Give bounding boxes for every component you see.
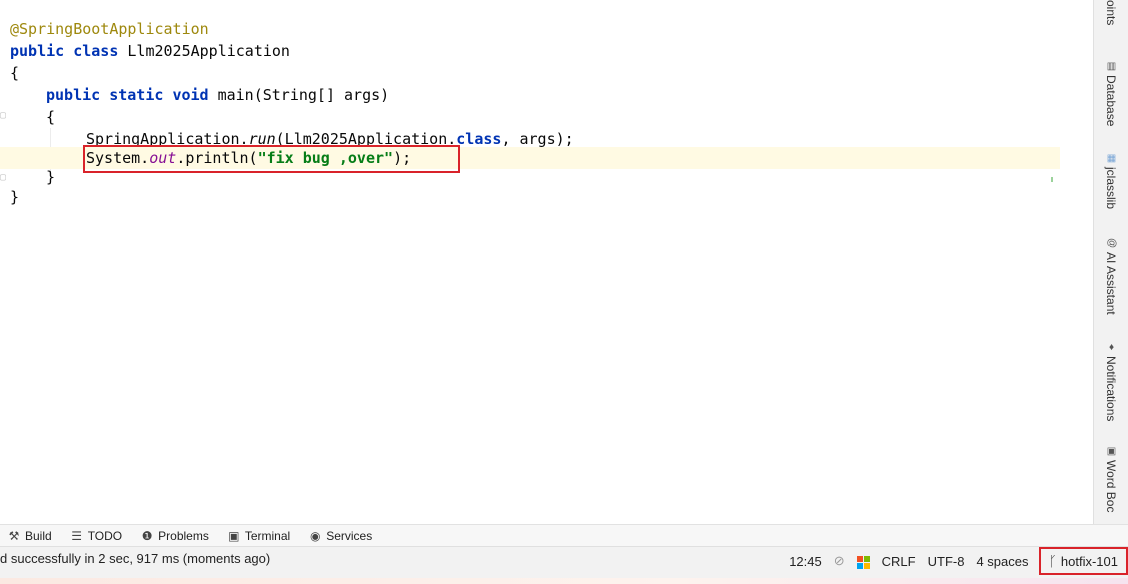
- code-line[interactable]: public static void main(String[] args): [0, 84, 1094, 106]
- database-icon: ▥: [1106, 61, 1116, 71]
- keyword-token: static: [109, 86, 163, 104]
- windows-logo-icon[interactable]: [851, 553, 876, 568]
- caret-position[interactable]: 12:45: [783, 554, 828, 569]
- code-line[interactable]: @SpringBootApplication: [0, 18, 1094, 40]
- keyword-token: public: [46, 86, 100, 104]
- code-line[interactable]: }: [0, 166, 1094, 188]
- problems-icon: ❶: [141, 529, 153, 543]
- args-token: , args);: [501, 130, 573, 148]
- file-encoding[interactable]: UTF-8: [922, 554, 971, 569]
- list-icon: ☰: [71, 529, 83, 543]
- tool-tab-build[interactable]: ⚒ Build: [0, 529, 63, 543]
- tool-tab-todo[interactable]: ☰ TODO: [63, 529, 133, 543]
- side-tab-label: Word Boc: [1104, 460, 1118, 512]
- hammer-icon: ⚒: [8, 529, 20, 543]
- tool-window-bar: ⚒ Build ☰ TODO ❶ Problems ▣ Terminal ◉ S…: [0, 524, 1128, 547]
- code-line[interactable]: {: [0, 106, 1094, 128]
- side-tab-breakpoints[interactable]: oints: [1094, 0, 1128, 42]
- method-declaration: public static void main(String[] args): [46, 84, 389, 106]
- side-tab-label: Database: [1104, 75, 1118, 126]
- code-line[interactable]: }: [0, 186, 1094, 208]
- side-tab-label: jclasslib: [1104, 167, 1118, 209]
- change-marker: [1051, 177, 1053, 182]
- code-line[interactable]: {: [0, 62, 1094, 84]
- branch-name: hotfix-101: [1061, 554, 1118, 569]
- jclasslib-icon: ▦: [1106, 153, 1116, 163]
- tool-tab-problems[interactable]: ❶ Problems: [133, 529, 220, 543]
- bell-icon: ♦: [1106, 342, 1116, 352]
- class-name-token: Llm2025Application: [127, 42, 290, 60]
- tool-tab-label: Services: [326, 529, 372, 543]
- tool-tab-label: Problems: [158, 529, 209, 543]
- ai-assistant-icon: @: [1106, 238, 1116, 248]
- status-widgets: 12:45 ⊘ CRLF UTF-8 4 spaces ᚴ hotfix-101: [783, 547, 1128, 575]
- code-editor[interactable]: ▢ ▢ @SpringBootApplication public class …: [0, 0, 1094, 524]
- annotation-token: @SpringBootApplication: [10, 18, 209, 40]
- brace-token: {: [10, 62, 19, 84]
- keyword-token: class: [73, 42, 118, 60]
- side-tab-label: Notifications: [1104, 356, 1118, 421]
- branch-icon: ᚴ: [1049, 553, 1057, 569]
- line-separator[interactable]: CRLF: [876, 554, 922, 569]
- side-tab-word-book[interactable]: ▣ Word Boc: [1094, 446, 1128, 526]
- terminal-icon: ▣: [228, 529, 240, 543]
- side-tab-ai-assistant[interactable]: @ AI Assistant: [1094, 228, 1128, 324]
- build-status-message[interactable]: d successfully in 2 sec, 917 ms (moments…: [0, 551, 270, 566]
- status-bar: d successfully in 2 sec, 917 ms (moments…: [0, 546, 1128, 584]
- keyword-token: public: [10, 42, 64, 60]
- indent-setting[interactable]: 4 spaces: [970, 554, 1034, 569]
- side-tab-database[interactable]: ▥ Database: [1094, 56, 1128, 132]
- brace-token: }: [10, 186, 19, 208]
- side-tab-label: oints: [1104, 0, 1118, 25]
- services-icon: ◉: [309, 529, 321, 543]
- tool-tab-label: TODO: [88, 529, 122, 543]
- tool-tab-label: Terminal: [245, 529, 290, 543]
- git-branch-widget[interactable]: ᚴ hotfix-101: [1039, 547, 1128, 575]
- tool-tab-services[interactable]: ◉ Services: [301, 529, 383, 543]
- brace-token: }: [46, 166, 55, 188]
- word-book-icon: ▣: [1106, 446, 1116, 456]
- right-tool-window-strip: oints ▥ Database ▦ jclasslib @ AI Assistant…: [1093, 0, 1128, 524]
- method-signature-token: main(String[] args): [218, 86, 390, 104]
- keyword-token: class: [456, 130, 501, 148]
- side-tab-jclasslib[interactable]: ▦ jclasslib: [1094, 146, 1128, 216]
- side-tab-label: AI Assistant: [1104, 252, 1118, 315]
- power-save-icon[interactable]: ⊘: [828, 553, 851, 569]
- class-declaration: public class Llm2025Application: [10, 40, 290, 62]
- brace-token: {: [46, 106, 55, 128]
- tool-tab-terminal[interactable]: ▣ Terminal: [220, 529, 301, 543]
- keyword-token: void: [172, 86, 208, 104]
- tool-tab-label: Build: [25, 529, 52, 543]
- side-tab-notifications[interactable]: ♦ Notifications: [1094, 334, 1128, 430]
- window-bottom-edge: [0, 578, 1128, 584]
- code-line[interactable]: public class Llm2025Application: [0, 40, 1094, 62]
